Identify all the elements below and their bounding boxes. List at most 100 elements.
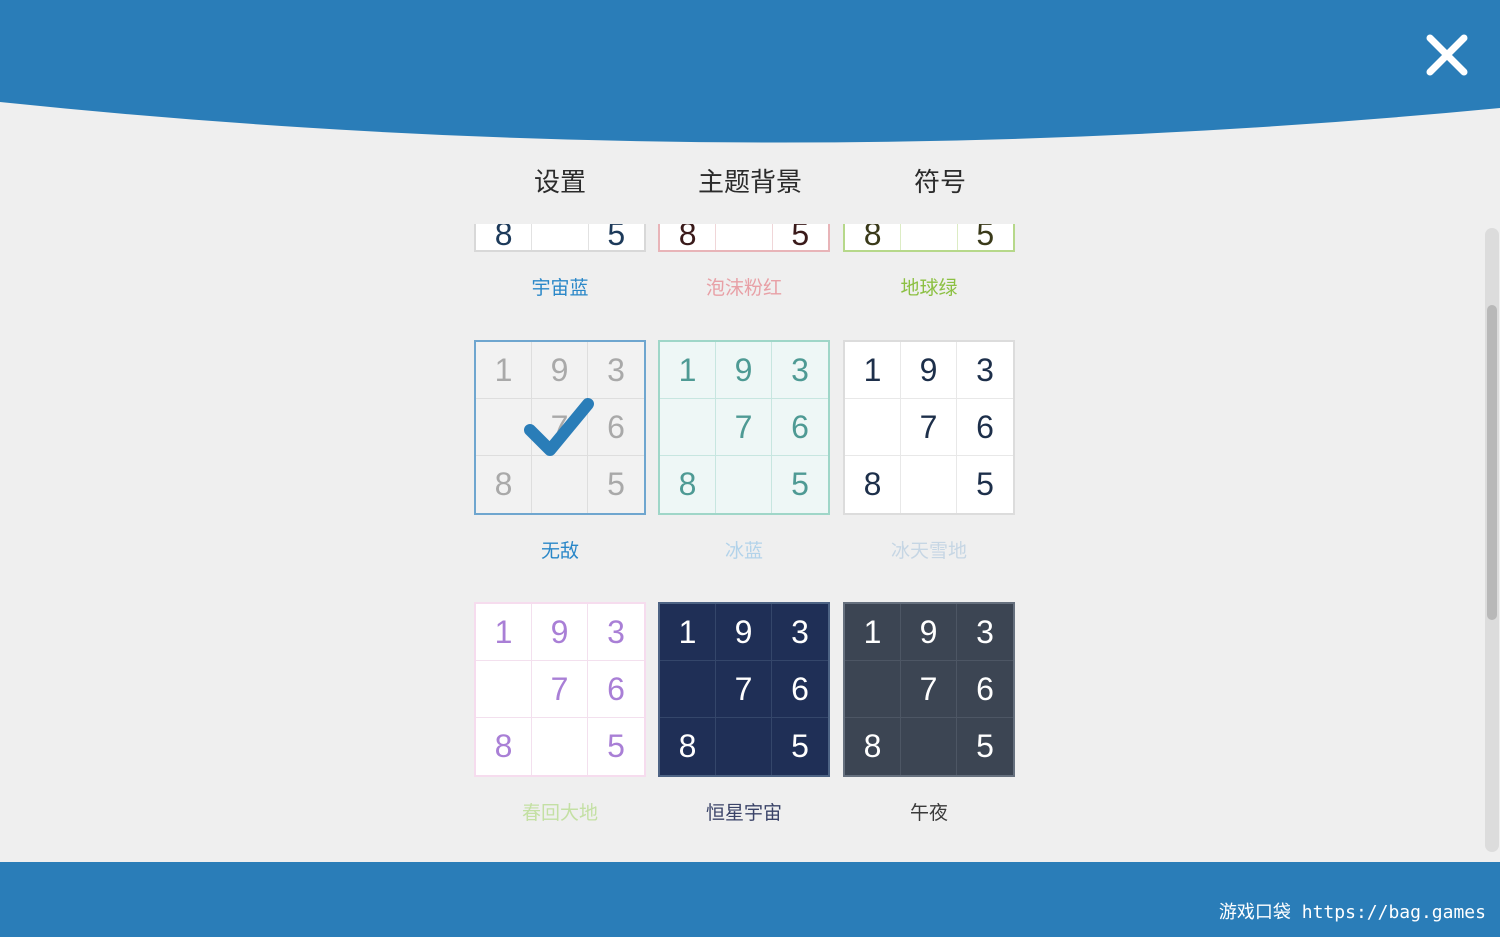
grid-cell: 5 (791, 728, 809, 764)
grid-cell: 9 (716, 604, 772, 661)
theme-preview: 8 5 (658, 224, 830, 252)
theme-preview: 8 5 (843, 224, 1015, 252)
grid-cell: 3 (772, 604, 828, 661)
theme-invincible[interactable]: 1 9 3 7 6 8 5 无敌 (474, 340, 646, 563)
theme-preview: 1 9 3 7 6 8 5 (474, 340, 646, 515)
grid-cell (901, 718, 957, 775)
grid-cell (660, 399, 716, 456)
tab-settings[interactable]: 设置 (480, 160, 640, 206)
grid-cell: 1 (476, 342, 532, 399)
grid-cell: 1 (476, 604, 532, 661)
grid-cell: 6 (957, 399, 1013, 456)
theme-stellar-universe[interactable]: 1 9 3 7 6 8 5 恒星宇宙 (658, 602, 830, 825)
grid-cell: 7 (716, 399, 772, 456)
grid-cell: 7 (532, 661, 588, 718)
grid-cell: 6 (957, 661, 1013, 718)
close-icon (1426, 34, 1468, 76)
grid-cell: 1 (845, 342, 901, 399)
theme-label: 冰蓝 (724, 540, 763, 562)
grid-cell: 1 (660, 342, 716, 399)
theme-midnight[interactable]: 1 9 3 7 6 8 5 午夜 (843, 602, 1015, 825)
grid-cell (476, 399, 532, 456)
grid-cell: 6 (588, 399, 644, 456)
grid-cell: 8 (660, 456, 716, 513)
grid-cell (532, 456, 588, 513)
theme-cosmic-blue[interactable]: 8 5 宇宙蓝 (474, 224, 646, 300)
grid-cell: 3 (957, 342, 1013, 399)
grid-cell: 9 (532, 342, 588, 399)
grid-cell: 7 (532, 399, 588, 456)
grid-cell: 3 (957, 604, 1013, 661)
grid-cell: 5 (607, 224, 626, 252)
grid-cell: 3 (772, 342, 828, 399)
grid-cell: 7 (901, 399, 957, 456)
grid-cell: 8 (845, 456, 901, 513)
scrollbar-thumb[interactable] (1487, 305, 1497, 620)
grid-cell: 5 (976, 728, 994, 764)
grid-cell: 5 (607, 728, 625, 764)
theme-preview: 1 9 3 7 6 8 5 (658, 340, 830, 515)
grid-cell (901, 224, 958, 250)
theme-label: 地球绿 (900, 277, 958, 299)
grid-cell: 6 (772, 399, 828, 456)
theme-earth-green[interactable]: 8 5 地球绿 (843, 224, 1015, 300)
theme-preview: 1 9 3 7 6 8 5 (474, 602, 646, 777)
grid-cell: 9 (901, 342, 957, 399)
tab-themes[interactable]: 主题背景 (670, 160, 830, 206)
close-button[interactable] (1420, 28, 1474, 82)
grid-cell (476, 661, 532, 718)
grid-cell (845, 661, 901, 718)
grid-cell: 1 (845, 604, 901, 661)
theme-label: 冰天雪地 (890, 540, 967, 562)
grid-cell: 5 (791, 224, 810, 252)
grid-cell: 8 (476, 718, 532, 775)
theme-spring[interactable]: 1 9 3 7 6 8 5 春回大地 (474, 602, 646, 825)
grid-cell (716, 456, 772, 513)
theme-list: 8 5 宇宙蓝 8 5 泡沫粉红 8 5 地球绿 1 9 3 7 6 8 5 无… (0, 224, 1500, 862)
grid-cell: 8 (845, 718, 901, 775)
grid-cell (660, 661, 716, 718)
theme-label: 无敌 (540, 540, 579, 562)
grid-cell: 9 (716, 342, 772, 399)
theme-ice-snow[interactable]: 1 9 3 7 6 8 5 冰天雪地 (843, 340, 1015, 563)
theme-bubble-pink[interactable]: 8 5 泡沫粉红 (658, 224, 830, 300)
grid-cell: 7 (716, 661, 772, 718)
grid-cell: 5 (607, 466, 625, 502)
watermark-text: 游戏口袋 https://bag.games (1218, 902, 1486, 923)
grid-cell (901, 456, 957, 513)
tab-bar: 设置 主题背景 符号 (0, 160, 1500, 206)
grid-cell (716, 718, 772, 775)
grid-cell: 8 (660, 224, 717, 250)
grid-cell: 9 (901, 604, 957, 661)
theme-preview: 1 9 3 7 6 8 5 (843, 602, 1015, 777)
theme-label: 宇宙蓝 (531, 277, 589, 299)
grid-cell: 1 (660, 604, 716, 661)
grid-cell: 9 (532, 604, 588, 661)
theme-preview: 1 9 3 7 6 8 5 (658, 602, 830, 777)
grid-cell: 8 (845, 224, 902, 250)
theme-label: 春回大地 (521, 802, 598, 824)
grid-cell (845, 399, 901, 456)
theme-ice-blue[interactable]: 1 9 3 7 6 8 5 冰蓝 (658, 340, 830, 563)
grid-cell: 3 (588, 342, 644, 399)
grid-cell: 8 (476, 456, 532, 513)
tab-symbols[interactable]: 符号 (860, 160, 1020, 206)
theme-preview: 8 5 (474, 224, 646, 252)
theme-label: 恒星宇宙 (705, 802, 782, 824)
grid-cell: 5 (976, 466, 994, 502)
grid-cell (716, 224, 773, 250)
theme-label: 泡沫粉红 (705, 277, 782, 299)
theme-label: 午夜 (909, 802, 948, 824)
grid-cell: 6 (772, 661, 828, 718)
grid-cell (532, 224, 589, 250)
grid-cell: 6 (588, 661, 644, 718)
grid-cell: 3 (588, 604, 644, 661)
grid-cell: 8 (660, 718, 716, 775)
grid-cell: 5 (791, 466, 809, 502)
grid-cell: 8 (476, 224, 533, 250)
header-banner (0, 0, 1500, 143)
grid-cell (532, 718, 588, 775)
theme-preview: 1 9 3 7 6 8 5 (843, 340, 1015, 515)
grid-cell: 5 (976, 224, 995, 252)
grid-cell: 7 (901, 661, 957, 718)
